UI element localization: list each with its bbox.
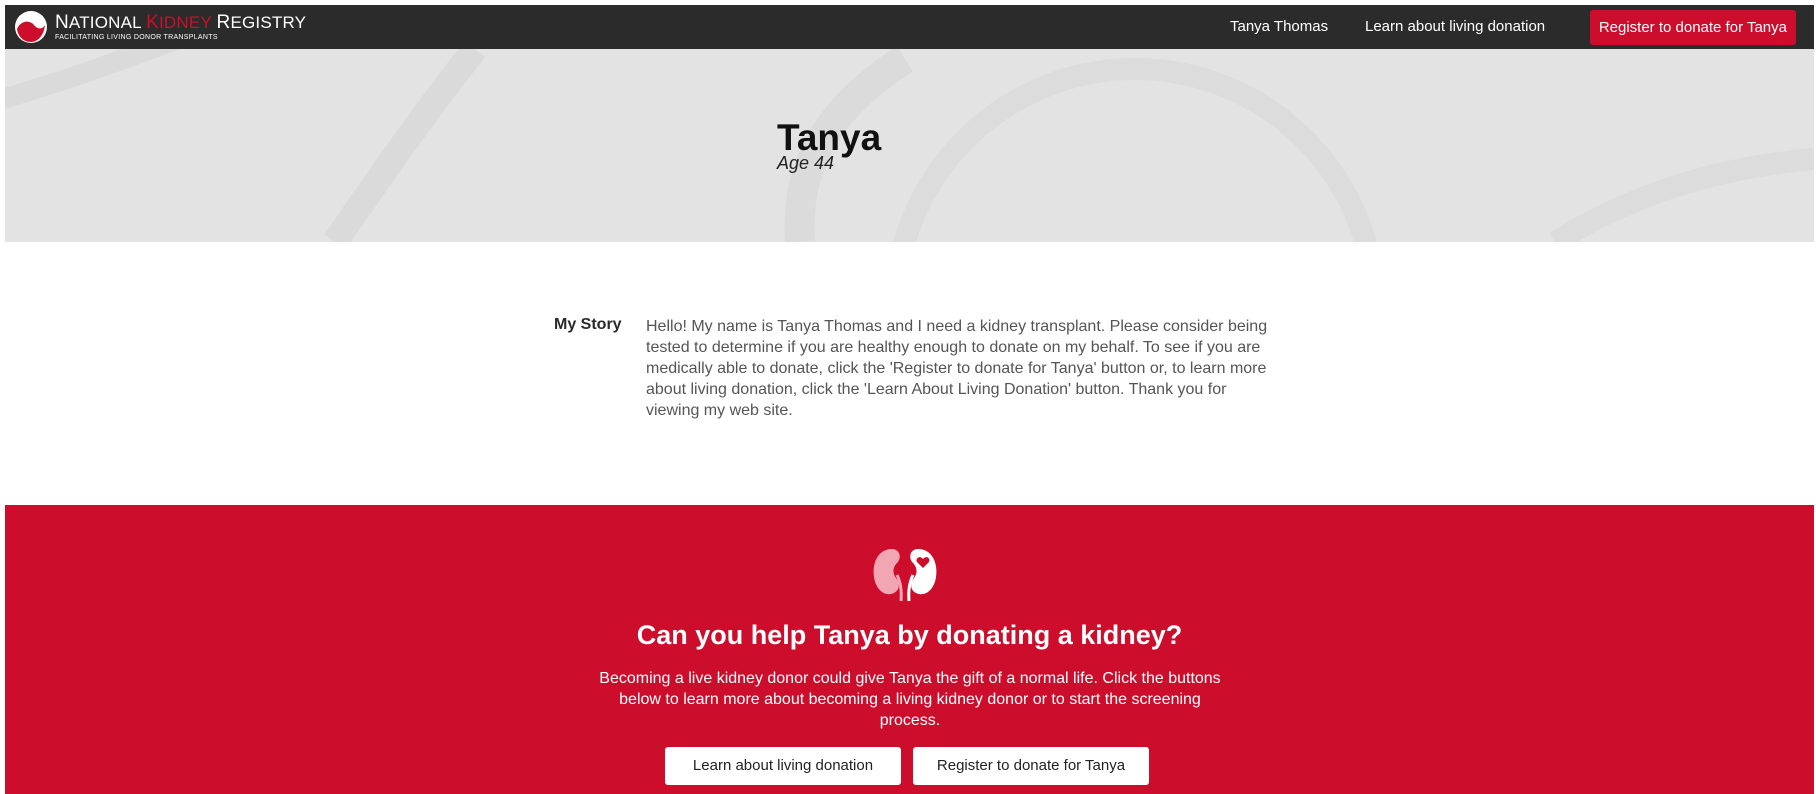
logo-title: NATIONAL KIDNEY REGISTRY: [55, 12, 307, 33]
cta-learn-button[interactable]: Learn about living donation: [665, 747, 901, 785]
logo-tagline: FACILITATING LIVING DONOR TRANSPLANTS: [55, 34, 218, 41]
nav-link-learn[interactable]: Learn about living donation: [1365, 5, 1545, 49]
nav-register-button[interactable]: Register to donate for Tanya: [1589, 10, 1796, 45]
nav-link-user-name[interactable]: Tanya Thomas: [1230, 5, 1328, 49]
nkr-logo-icon: [15, 11, 47, 43]
cta-register-button[interactable]: Register to donate for Tanya: [913, 747, 1149, 785]
kidneys-heart-icon: [873, 549, 937, 602]
site-logo[interactable]: NATIONAL KIDNEY REGISTRY FACILITATING LI…: [14, 8, 306, 46]
hero-background-pattern: [5, 49, 1814, 242]
top-navbar: NATIONAL KIDNEY REGISTRY FACILITATING LI…: [5, 5, 1814, 49]
profile-hero: Tanya Age 44: [5, 49, 1814, 242]
story-text: Hello! My name is Tanya Thomas and I nee…: [646, 318, 1268, 419]
donation-cta-section: Can you help Tanya by donating a kidney?…: [5, 505, 1814, 794]
profile-age: Age 44: [777, 153, 835, 173]
cta-description: Becoming a live kidney donor could give …: [599, 670, 1221, 729]
page: NATIONAL KIDNEY REGISTRY FACILITATING LI…: [5, 5, 1814, 794]
cta-heading: Can you help Tanya by donating a kidney?: [636, 620, 1183, 650]
story-heading: My Story: [554, 316, 622, 333]
